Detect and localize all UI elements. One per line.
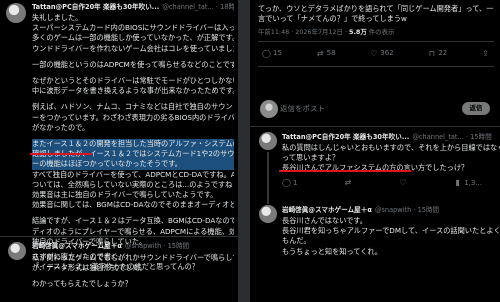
author-handle[interactable]: @channel_tat... · 18時間 bbox=[162, 3, 234, 11]
more-icon[interactable]: ··· bbox=[226, 0, 234, 10]
divider bbox=[250, 126, 500, 127]
text-line: 長谷川さんではないです。 bbox=[282, 216, 367, 225]
chart-icon: ▮ bbox=[455, 178, 460, 188]
bookmark-button[interactable]: ⊓ 22 bbox=[427, 48, 448, 58]
reply-submit-button[interactable]: 返信 bbox=[462, 102, 490, 115]
tweet-header: Tattan@PC自作20年 楽器も30年吹い... @channel_tat..… bbox=[282, 132, 500, 143]
reply-button[interactable]: ◯ 15 bbox=[262, 48, 282, 58]
reply-count: 1 bbox=[293, 178, 298, 187]
reply-tweet[interactable]: Tattan@PC自作20年 楽器も30年吹い... @channel_tat..… bbox=[250, 132, 500, 188]
views-count: 1,3... bbox=[464, 178, 482, 187]
retweet-button[interactable]: ⇄ bbox=[343, 178, 352, 188]
tweet-text: 長谷川さんではないです。 長谷川君を知っちゃアルファーでDMして、イースの話聞いた… bbox=[282, 216, 500, 257]
tweet-actions: ◯ 1 ⇄ ♡ ▮ 1,3... bbox=[282, 178, 482, 188]
heart-icon: ♡ bbox=[370, 48, 378, 58]
text-line: 中に波形データを書き換えるような事が出来なかったためです。 bbox=[32, 86, 234, 96]
text-line: ついては、全然鳴らしていない実際のところは...のようですね bbox=[32, 179, 233, 189]
author-name[interactable]: 岩崎啓眞@スマホゲーム屋＋α bbox=[32, 242, 122, 250]
retweet-button[interactable]: ⇄ 58 bbox=[316, 48, 336, 58]
tweet-text: てっか、ウソとデタラメばかりを語られて「同じゲーム開発者」って、一 言でいって「ナ… bbox=[258, 4, 496, 24]
like-button[interactable]: ♡ bbox=[398, 178, 407, 188]
tweet-actions: ◯ 15 ⇄ 58 ♡ 362 ⊓ 22 ⇪ bbox=[262, 48, 490, 58]
reply-button[interactable]: ◯ 1 bbox=[282, 178, 297, 188]
text-line: 私の質問はしんじゃいとおもいますので、それを上から目線ではなくそれ bbox=[282, 143, 500, 152]
text-line: またイース１＆２の開発を担当した当時のアルファ・システムの方にDMで bbox=[32, 139, 234, 150]
share-icon: ⇪ bbox=[482, 48, 489, 58]
reply-composer: 返信をポスト 返信 bbox=[258, 98, 494, 120]
text-line: 例えば、ハドソン、ナムコ、コナミなどは自社で独自のサウンドドライバ bbox=[32, 102, 234, 112]
author-name[interactable]: 岩崎啓眞@スマホゲーム屋＋α bbox=[282, 206, 372, 214]
text-line: わかってもらえたでしょうか？ bbox=[32, 279, 132, 289]
share-button[interactable]: ⇪ bbox=[481, 48, 490, 58]
author-name[interactable]: Tattan@PC自作20年 楽器も30年吹い... bbox=[32, 3, 159, 11]
text-line: 効果音は主に独自のドライバーで鳴らしていたようです。 bbox=[32, 190, 218, 200]
text-line: 長谷川君を知っちゃアルファーでDMして、イースの話聞いたとよく書ける bbox=[282, 226, 500, 236]
reply-count: 15 bbox=[273, 49, 282, 57]
text-line: スーパーシステムカード内のBIOSにサウンドドライバーは入ってましたが、 bbox=[32, 23, 234, 33]
divider bbox=[258, 66, 494, 67]
bookmark-icon: ⊓ bbox=[428, 48, 435, 58]
retweet-count: 58 bbox=[326, 49, 336, 57]
heart-icon: ♡ bbox=[399, 178, 407, 188]
divider bbox=[0, 236, 238, 237]
left-tweet-panel: Tattan@PC自作20年 楽器も30年吹い... @channel_tat..… bbox=[0, 0, 238, 302]
reply-input[interactable]: 返信をポスト bbox=[280, 103, 325, 114]
text-line: 効果音に関しては、BGMはCD-DAなのでそのままオーディオとして... bbox=[32, 200, 234, 210]
retweet-icon: ⇄ bbox=[344, 178, 352, 188]
like-count: 362 bbox=[380, 49, 394, 57]
like-button[interactable]: ♡ 362 bbox=[369, 48, 393, 58]
text-line: 一部の機能というのはADPCMを使って鳴らせるなどのことです。 bbox=[32, 59, 234, 69]
red-underline bbox=[279, 170, 411, 172]
tweet-time[interactable]: 午前11:48 · 2026年7月12日 · bbox=[258, 28, 349, 36]
text-line: もうちょっと知を知ってくれ。 bbox=[282, 246, 382, 256]
author-handle[interactable]: @channel_tat... · 15時間 bbox=[412, 133, 491, 141]
text-line: さすがに腹立ったので書く。 bbox=[32, 252, 126, 261]
bookmark-count: 22 bbox=[438, 49, 448, 57]
view-label: 件の表示 bbox=[366, 28, 395, 36]
views-button[interactable]: ▮ 1,3... bbox=[453, 178, 482, 188]
text-line: すべて独自のドライバーを使って、ADPCMとCD-DAですね。ADPCMに bbox=[32, 169, 234, 179]
text-line: 多くのゲームは一部の機能しか使っていなかった、が正解です。自前でサ bbox=[32, 33, 234, 43]
reply-tweet[interactable]: 岩崎啓眞@スマホゲーム屋＋α@snapwith · 15時間 ··· さすがに腹… bbox=[0, 241, 238, 272]
text-line: がなかったので。 bbox=[32, 122, 90, 132]
tweet-header: 岩崎啓眞@スマホゲーム屋＋α @snapwith · 15時間 bbox=[282, 205, 500, 216]
text-line: ウンドドライバーを作れないゲーム会社はコレを使っていました。 bbox=[32, 43, 234, 53]
author-name[interactable]: Tattan@PC自作20年 楽器も30年吹い... bbox=[282, 133, 409, 141]
text-line: てっか、ウソとデタラメばかりを語られて「同じゲーム開発者」って、一 bbox=[258, 4, 494, 13]
tweet-text: さすがに腹立ったので書く。 「イース１・２」 漢字作ったの誰だと思ってんの？ bbox=[32, 252, 238, 272]
text-line: ーの機能はほぼつかっていなかったそうです。 bbox=[32, 159, 234, 170]
text-line: もんだ。 bbox=[282, 236, 311, 246]
tweet-header: Tattan@PC自作20年 楽器も30年吹い... @channel_tat..… bbox=[32, 2, 234, 13]
text-line: って思いますよ？ bbox=[282, 153, 340, 163]
text-line: 言でいって「ナメてんの？」で終ってしまうw bbox=[258, 14, 407, 24]
text-line: 結論ですが、イース１＆２はデータ互換、BGMはCD-DAなのでそのままオー bbox=[32, 216, 234, 226]
text-line: 長谷川さんでアルファシステムの方の言い方でしたっけ？ bbox=[282, 163, 469, 173]
tweet-header: 岩崎啓眞@スマホゲーム屋＋α @snapwith · 15時間 bbox=[32, 241, 238, 252]
text-line: ーをつかっています。わざわざ表現力の劣るBIOS内のドライバーを使う必要 bbox=[32, 112, 234, 122]
author-handle[interactable]: @snapwith · 15時間 bbox=[125, 242, 189, 250]
text-line: 「イース１・２」 漢字作ったの誰だと思ってんの？ bbox=[32, 262, 199, 272]
reply-icon: ◯ bbox=[262, 48, 271, 58]
red-underline bbox=[30, 153, 92, 155]
tweet-meta: 午前11:48 · 2026年7月12日 · 5.8万 件の表示 bbox=[258, 27, 394, 37]
author-handle[interactable]: @snapwith · 15時間 bbox=[375, 206, 439, 214]
text-line: なぜかというとそのドライバーは常駐でモードがひとつしかないビプラートが使えなかっ… bbox=[32, 76, 234, 86]
retweet-icon: ⇄ bbox=[316, 48, 324, 58]
divider bbox=[258, 41, 494, 42]
avatar bbox=[260, 100, 278, 118]
reply-tweet[interactable]: 岩崎啓眞@スマホゲーム屋＋α@snapwith · 15時間 ··· 長谷川さん… bbox=[250, 205, 500, 257]
text-line: 失礼しました。 bbox=[32, 13, 83, 22]
reply-icon: ◯ bbox=[282, 178, 291, 188]
view-count: 5.8万 bbox=[349, 28, 367, 36]
